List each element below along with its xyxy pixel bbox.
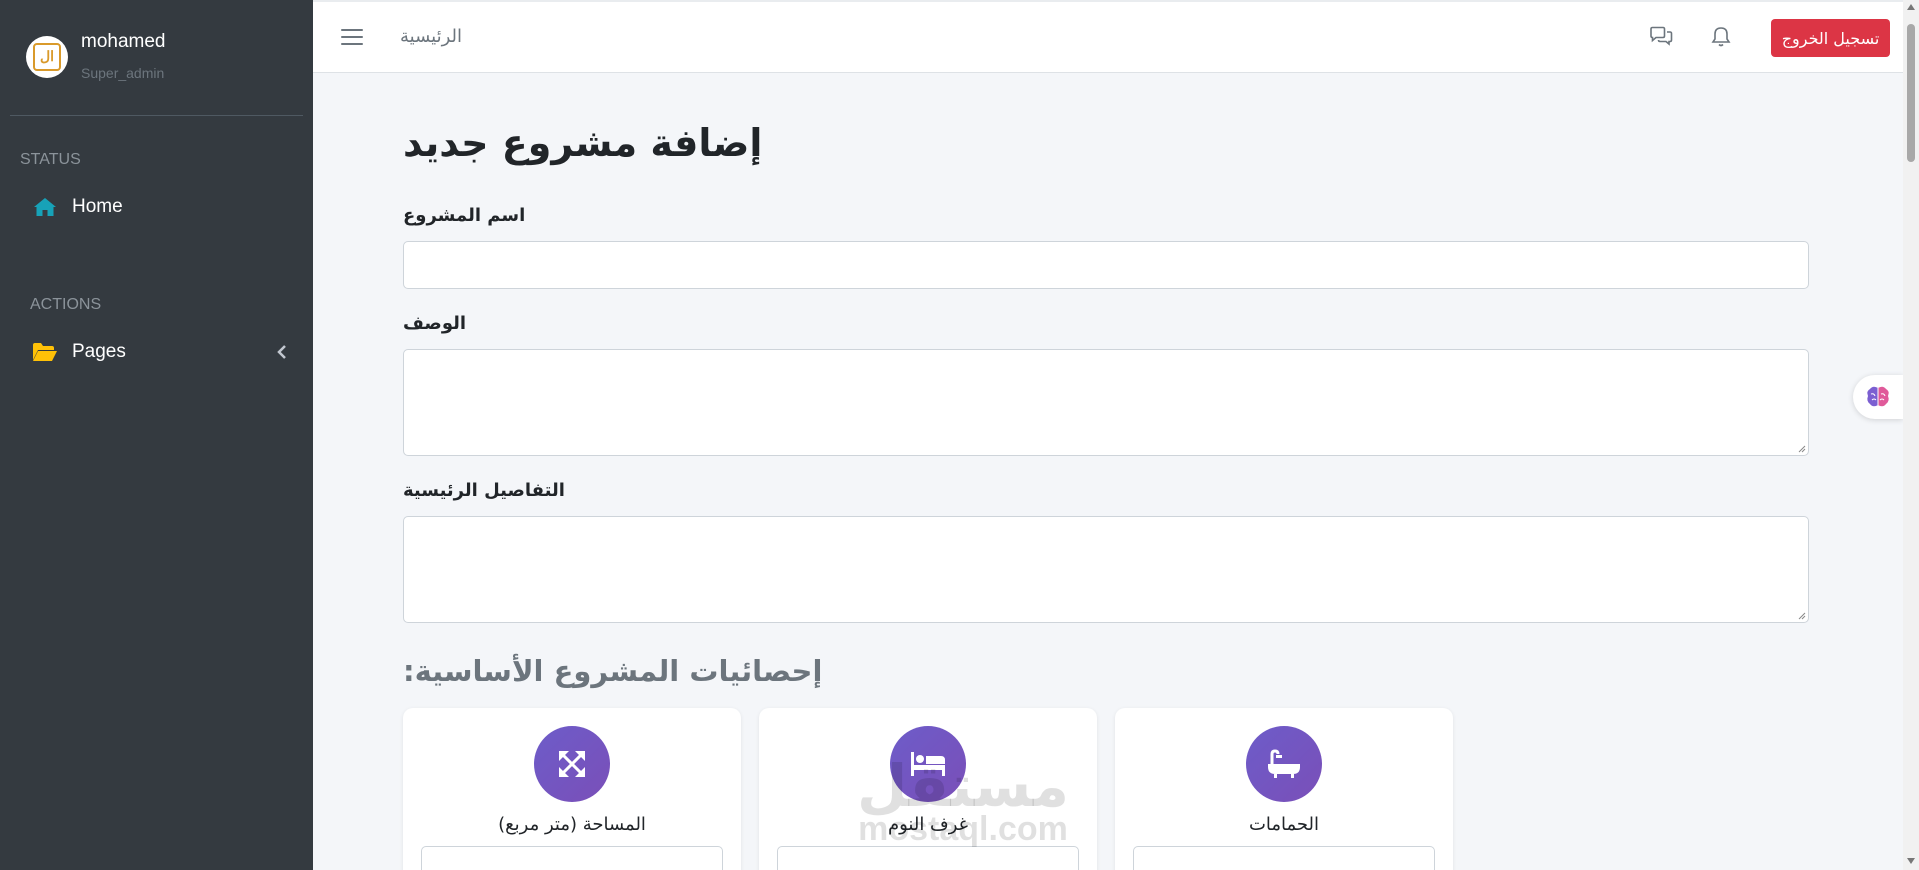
stat-card-area: المساحة (متر مربع): [403, 708, 741, 870]
stat-card-bathrooms: الحمامات: [1115, 708, 1453, 870]
brain-widget-button[interactable]: [1853, 375, 1903, 419]
bed-icon: [890, 726, 966, 802]
brain-icon: [1867, 386, 1889, 407]
sidebar-item-label: Home: [72, 196, 123, 217]
stat-label-bedrooms: غرف النوم: [887, 814, 969, 835]
scroll-up-arrow-icon[interactable]: [1907, 4, 1915, 10]
resize-grip-icon[interactable]: [1796, 443, 1806, 453]
area-input[interactable]: [421, 846, 723, 870]
logout-button[interactable]: تسجيل الخروج: [1771, 19, 1890, 57]
sidebar-item-label: Pages: [72, 341, 126, 362]
user-name[interactable]: mohamed: [81, 31, 166, 53]
stats-heading: إحصائيات المشروع الأساسية:: [403, 654, 823, 688]
expand-arrows-icon: [534, 726, 610, 802]
menu-icon[interactable]: [341, 26, 363, 48]
bell-icon[interactable]: [1710, 26, 1732, 52]
nav-header-status: STATUS: [20, 151, 81, 168]
project-name-input[interactable]: [403, 241, 1809, 289]
scrollbar[interactable]: [1903, 0, 1919, 870]
resize-grip-icon[interactable]: [1796, 610, 1806, 620]
sidebar-item-pages[interactable]: Pages: [32, 341, 288, 363]
sidebar: ال mohamed Super_admin STATUS Home ACTIO…: [0, 0, 313, 870]
avatar[interactable]: ال: [26, 36, 68, 78]
chevron-left-icon[interactable]: [276, 342, 288, 362]
nav-header-actions: ACTIONS: [30, 296, 102, 313]
bathrooms-input[interactable]: [1133, 846, 1435, 870]
breadcrumb-home-link[interactable]: الرئيسية: [400, 26, 462, 47]
stat-label-area: المساحة (متر مربع): [498, 814, 646, 835]
project-name-label: اسم المشروع: [403, 205, 526, 226]
sidebar-item-home[interactable]: Home: [32, 196, 288, 218]
description-textarea[interactable]: [403, 349, 1809, 456]
avatar-logo-icon: ال: [33, 43, 61, 71]
home-icon: [32, 196, 58, 218]
topbar: الرئيسية تسجيل الخروج: [313, 0, 1903, 73]
main-details-textarea[interactable]: [403, 516, 1809, 623]
stat-label-bathrooms: الحمامات: [1248, 814, 1320, 835]
stat-card-bedrooms: غرف النوم: [759, 708, 1097, 870]
user-panel: ال mohamed Super_admin: [10, 0, 303, 116]
chat-icon[interactable]: [1648, 26, 1674, 52]
folder-open-icon: [32, 341, 58, 363]
bedrooms-input[interactable]: [777, 846, 1079, 870]
main-details-label: التفاصيل الرئيسية: [403, 480, 565, 501]
description-label: الوصف: [403, 313, 467, 334]
bath-icon: [1246, 726, 1322, 802]
main-content: إضافة مشروع جديد اسم المشروع الوصف التفا…: [313, 73, 1903, 870]
scroll-down-arrow-icon[interactable]: [1907, 858, 1915, 864]
user-role: Super_admin: [81, 65, 165, 81]
page-title: إضافة مشروع جديد: [403, 121, 763, 165]
scroll-thumb[interactable]: [1907, 24, 1915, 162]
